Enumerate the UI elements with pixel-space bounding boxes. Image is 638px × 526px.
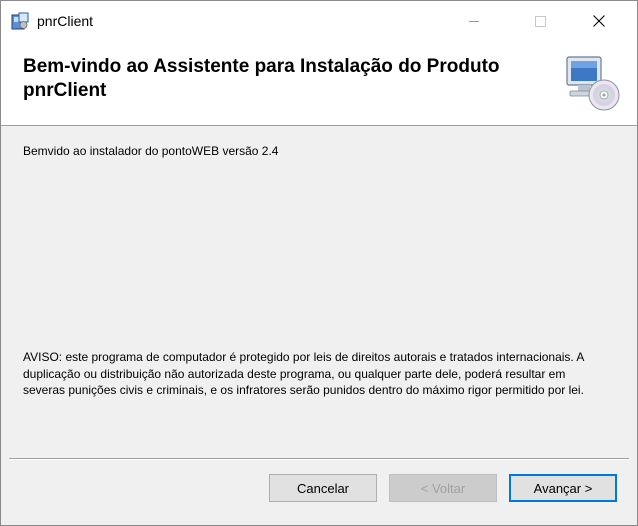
- close-button[interactable]: [576, 1, 622, 41]
- banner-title: Bem-vindo ao Assistente para Instalação …: [23, 56, 500, 101]
- minimize-button[interactable]: [451, 1, 497, 41]
- welcome-text: Bemvido ao instalador do pontoWEB versão…: [23, 144, 279, 158]
- copyright-warning: AVISO: este programa de computador é pro…: [23, 350, 584, 397]
- close-icon: [593, 15, 605, 27]
- window-title: pnrClient: [37, 13, 94, 29]
- back-button[interactable]: < Voltar: [389, 474, 497, 502]
- title-bar[interactable]: pnrClient: [1, 1, 637, 41]
- computer-cd-icon: [564, 53, 622, 111]
- minimize-icon: [469, 20, 479, 22]
- installer-window: pnrClient Bem-vindo ao Assistente para I…: [0, 0, 638, 526]
- installer-icon: [10, 11, 30, 31]
- footer-divider: [9, 458, 629, 460]
- header-banner: Bem-vindo ao Assistente para Instalação …: [1, 41, 637, 126]
- next-button[interactable]: Avançar >: [509, 474, 617, 502]
- maximize-icon: [534, 15, 546, 27]
- maximize-button[interactable]: [517, 1, 563, 41]
- cancel-button[interactable]: Cancelar: [269, 474, 377, 502]
